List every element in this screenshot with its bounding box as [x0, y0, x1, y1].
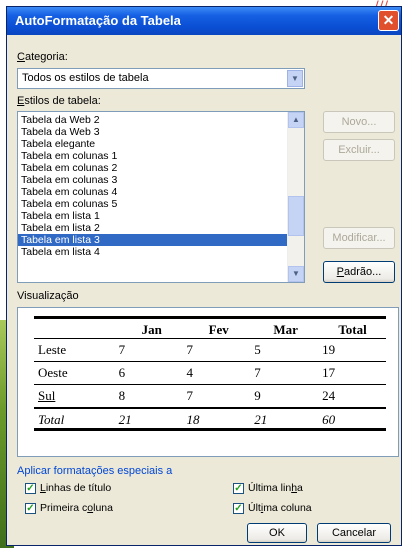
list-item[interactable]: Tabela em lista 1 [18, 210, 287, 222]
list-item[interactable]: Tabela em colunas 3 [18, 174, 287, 186]
preview-cell: 18 [186, 412, 200, 427]
listbox-scrollbar[interactable]: ▲ ▼ [287, 112, 304, 282]
window-title: AutoFormatação da Tabela [15, 13, 181, 28]
preview-header-cell: Jan [141, 322, 162, 337]
preview-cell: 19 [322, 342, 336, 357]
categoria-selected: Todos os estilos de tabela [22, 72, 149, 84]
preview-cell: 24 [322, 388, 336, 403]
modificar-button[interactable]: Modificar... [323, 227, 395, 249]
ok-button[interactable]: OK [247, 523, 307, 543]
preview-cell: 21 [254, 412, 268, 427]
estilos-listbox[interactable]: Tabela da Web 2 Tabela da Web 3 Tabela ele… [17, 111, 305, 283]
list-item[interactable]: Tabela em colunas 5 [18, 198, 287, 210]
list-item[interactable]: Tabela em colunas 2 [18, 162, 287, 174]
preview-cell: 7 [254, 365, 261, 380]
check-icon: ✓ [25, 482, 36, 494]
preview-cell: 60 [322, 412, 336, 427]
categoria-label: Categoria: [17, 51, 68, 63]
padrao-button[interactable]: Padrão... [323, 261, 395, 283]
preview-row: Oeste 6 4 7 17 [34, 362, 386, 385]
close-button[interactable]: ✕ [378, 10, 399, 31]
preview-row: Jan Fev Mar Total [34, 316, 386, 339]
preview-header-cell: Fev [208, 322, 229, 337]
excluir-button[interactable]: Excluir... [323, 139, 395, 161]
list-item[interactable]: Tabela elegante [18, 138, 287, 150]
list-item[interactable]: Tabela em colunas 1 [18, 150, 287, 162]
novo-button[interactable]: Novo... [323, 111, 395, 133]
preview-header-cell: Total [338, 322, 367, 337]
list-item[interactable]: Tabela da Web 3 [18, 126, 287, 138]
preview-row: Leste 7 7 5 19 [34, 339, 386, 362]
close-icon: ✕ [382, 12, 395, 28]
check-icon: ✓ [25, 502, 36, 514]
list-item[interactable]: Tabela em lista 4 [18, 246, 287, 258]
preview-cell: 17 [322, 365, 336, 380]
preview-cell: 9 [254, 388, 261, 403]
title-bar[interactable]: AutoFormatação da Tabela ✕ [7, 7, 401, 35]
list-item[interactable]: Tabela em lista 2 [18, 222, 287, 234]
scroll-down-icon[interactable]: ▼ [288, 266, 304, 282]
special-formatting-label: Aplicar formatações especiais a [17, 465, 173, 477]
preview-row: Sul 8 7 9 24 [34, 385, 386, 408]
categoria-dropdown[interactable]: Todos os estilos de tabela ▼ [17, 68, 305, 89]
check-icon: ✓ [233, 482, 244, 494]
list-item[interactable]: Tabela em lista 3 [18, 234, 287, 246]
primeira-coluna-checkbox[interactable]: ✓ Primeira coluna [25, 501, 113, 515]
preview-cell: 7 [118, 342, 126, 357]
preview-cell: 8 [118, 388, 126, 403]
preview-cell: 7 [186, 388, 193, 403]
preview-cell: Sul [38, 388, 56, 403]
preview-header-cell: Mar [273, 322, 298, 337]
scroll-up-icon[interactable]: ▲ [288, 112, 304, 128]
list-item[interactable]: Tabela em colunas 4 [18, 186, 287, 198]
preview-cell: 7 [186, 342, 193, 357]
scroll-thumb[interactable] [288, 196, 304, 236]
preview-label: Visualização [17, 290, 79, 302]
preview-cell: 4 [186, 365, 193, 380]
preview-cell: Total [38, 412, 65, 427]
ultima-coluna-checkbox[interactable]: ✓ Última coluna [233, 501, 312, 515]
preview-row: Total 21 18 21 60 [34, 408, 386, 431]
preview-table: Jan Fev Mar Total Leste 7 7 5 19 Oeste 6 4 7 17 Sul 8 7 9… [34, 316, 386, 431]
preview-cell: Oeste [38, 365, 68, 380]
preview-cell: Leste [38, 342, 67, 357]
preview-cell: 6 [118, 365, 126, 380]
list-item[interactable]: Tabela da Web 2 [18, 114, 287, 126]
preview-cell: 21 [118, 412, 132, 427]
autoformat-dialog: AutoFormatação da Tabela ✕ Categoria: To… [6, 6, 402, 546]
preview-header-cell [34, 319, 118, 338]
linhas-titulo-checkbox[interactable]: ✓ Linhas de título [25, 481, 111, 495]
ultima-linha-checkbox[interactable]: ✓ Última linha [233, 481, 303, 495]
preview-pane: Jan Fev Mar Total Leste 7 7 5 19 Oeste 6 4 7 17 Sul 8 7 9… [17, 307, 399, 457]
estilos-label: Estilos de tabela: [17, 95, 101, 107]
preview-cell: 5 [254, 342, 261, 357]
check-icon: ✓ [233, 502, 244, 514]
cancel-button[interactable]: Cancelar [317, 523, 391, 543]
chevron-down-icon[interactable]: ▼ [287, 70, 303, 87]
